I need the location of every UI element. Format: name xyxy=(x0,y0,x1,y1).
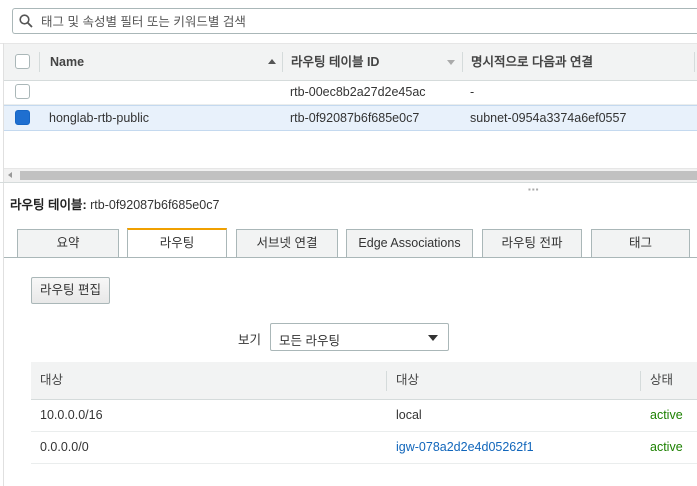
sort-asc-icon[interactable] xyxy=(268,59,276,64)
column-separator xyxy=(462,52,463,72)
edit-routes-button[interactable]: 라우팅 편집 xyxy=(31,277,110,304)
route-destination: 10.0.0.0/16 xyxy=(40,408,103,422)
chevron-down-icon xyxy=(428,335,438,341)
row-checkbox-checked[interactable] xyxy=(15,110,30,125)
drag-handle-icon[interactable]: ▪▪▪ xyxy=(528,185,540,194)
route-target: local xyxy=(396,408,422,422)
row-name: honglab-rtb-public xyxy=(49,111,150,125)
column-explicit-association[interactable]: 명시적으로 다음과 연결 xyxy=(471,44,593,80)
route-row: 0.0.0.0/0 igw-078a2d2e4d05262f1 active xyxy=(31,432,697,464)
detail-label: 라우팅 테이블: xyxy=(10,198,87,212)
horizontal-scrollbar[interactable] xyxy=(4,168,697,182)
tab-route-propagation[interactable]: 라우팅 전파 xyxy=(482,229,582,257)
scroll-left-icon[interactable] xyxy=(8,172,12,178)
column-separator xyxy=(39,52,40,72)
route-status: active xyxy=(650,408,683,422)
column-separator xyxy=(282,52,283,72)
route-status: active xyxy=(650,440,683,454)
tab-routes[interactable]: 라우팅 xyxy=(127,228,227,258)
view-filter-value: 모든 라우팅 xyxy=(279,334,340,348)
tab-tags[interactable]: 태그 xyxy=(591,229,690,257)
column-separator xyxy=(386,371,387,391)
search-icon xyxy=(19,14,33,28)
detail-route-table-id: rtb-0f92087b6f685e0c7 xyxy=(90,198,220,212)
row-route-table-id: rtb-0f92087b6f685e0c7 xyxy=(290,111,420,125)
row-route-table-id: rtb-00ec8b2a27d2e45ac xyxy=(290,85,426,99)
column-name[interactable]: Name xyxy=(50,44,84,80)
route-row: 10.0.0.0/16 local active xyxy=(31,400,697,432)
scrollbar-thumb[interactable] xyxy=(20,171,697,180)
view-filter-label: 보기 xyxy=(238,333,262,347)
detail-title: 라우팅 테이블: rtb-0f92087b6f685e0c7 xyxy=(10,194,219,213)
column-separator xyxy=(694,52,695,72)
routes-table-header: 대상 대상 상태 xyxy=(31,362,697,400)
column-route-table-id[interactable]: 라우팅 테이블 ID xyxy=(291,44,379,80)
tab-summary[interactable]: 요약 xyxy=(17,229,119,257)
search-bar xyxy=(0,0,697,44)
select-all-checkbox[interactable] xyxy=(15,54,30,69)
table-row[interactable]: rtb-00ec8b2a27d2e45ac - xyxy=(4,80,697,105)
search-input[interactable] xyxy=(39,11,683,33)
view-filter-select[interactable]: 모든 라우팅 xyxy=(270,323,449,351)
search-box[interactable] xyxy=(12,8,697,34)
route-destination: 0.0.0.0/0 xyxy=(40,440,89,454)
panel-splitter[interactable] xyxy=(0,182,697,187)
tab-subnet-associations[interactable]: 서브넷 연결 xyxy=(236,229,338,257)
row-association: subnet-0954a3374a6ef0557 xyxy=(470,111,627,125)
row-checkbox[interactable] xyxy=(15,84,30,99)
tab-edge-associations[interactable]: Edge Associations xyxy=(346,229,473,257)
column-target: 대상 xyxy=(396,373,420,387)
route-tables-header: Name 라우팅 테이블 ID 명시적으로 다음과 연결 xyxy=(4,43,697,81)
route-target-link[interactable]: igw-078a2d2e4d05262f1 xyxy=(396,432,534,463)
row-association: - xyxy=(470,85,475,99)
column-destination: 대상 xyxy=(40,373,64,387)
table-row-selected[interactable]: honglab-rtb-public rtb-0f92087b6f685e0c7… xyxy=(4,105,697,131)
column-status: 상태 xyxy=(650,373,674,387)
tabs-divider xyxy=(4,257,697,258)
sort-icon[interactable] xyxy=(447,60,455,65)
column-separator xyxy=(640,371,641,391)
